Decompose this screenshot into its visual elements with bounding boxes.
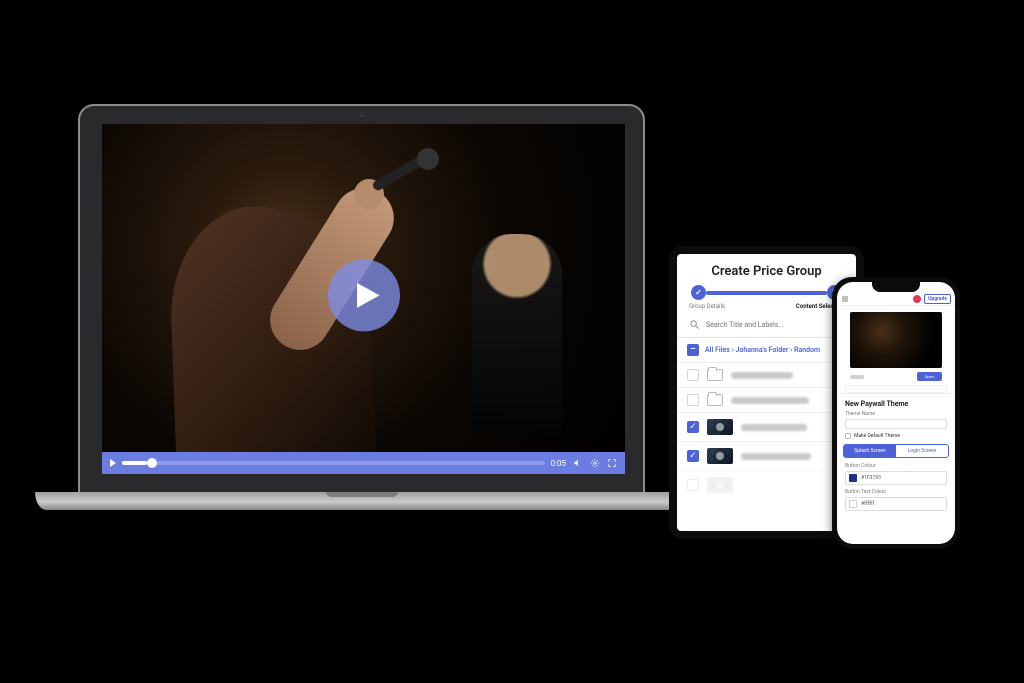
list-item[interactable] bbox=[677, 387, 856, 412]
play-small-icon[interactable] bbox=[110, 459, 116, 467]
settings-icon[interactable] bbox=[590, 458, 600, 468]
theme-preview bbox=[850, 312, 942, 368]
tab-login[interactable]: Login Screen bbox=[896, 445, 948, 457]
section-title: New Paywall Theme bbox=[837, 393, 955, 411]
video-player[interactable]: 0:05 bbox=[102, 124, 625, 474]
preview-caption-box bbox=[845, 385, 947, 393]
breadcrumb[interactable]: – All Files › Johanna's Folder › Random bbox=[677, 338, 856, 362]
notch bbox=[872, 282, 920, 292]
step-one-label: Group Details bbox=[689, 303, 725, 310]
volume-icon[interactable] bbox=[573, 458, 583, 468]
list-item[interactable]: ✓ bbox=[677, 412, 856, 441]
step-one-done-icon[interactable]: ✓ bbox=[691, 285, 706, 300]
select-all-checkbox[interactable]: – bbox=[687, 344, 699, 356]
video-thumb-icon bbox=[707, 419, 733, 435]
theme-name-input[interactable] bbox=[845, 419, 947, 429]
search-input[interactable] bbox=[706, 321, 844, 329]
play-button[interactable] bbox=[328, 259, 400, 331]
colour-swatch-icon bbox=[849, 474, 857, 482]
video-thumb-icon bbox=[707, 448, 733, 464]
row-checkbox[interactable] bbox=[687, 394, 699, 406]
laptop-frame: 0:05 bbox=[78, 104, 645, 494]
search-bar[interactable] bbox=[677, 316, 856, 337]
button-text-colour-input[interactable]: #ffffff bbox=[845, 497, 947, 511]
play-icon bbox=[352, 280, 382, 310]
row-label bbox=[731, 372, 793, 379]
scrubber-fill bbox=[122, 461, 147, 465]
row-checkbox[interactable] bbox=[687, 369, 699, 381]
scrubber[interactable] bbox=[122, 461, 545, 465]
list-item[interactable] bbox=[677, 362, 856, 387]
search-icon bbox=[689, 319, 700, 330]
folder-icon bbox=[707, 394, 723, 406]
preview-label bbox=[850, 375, 864, 379]
folder-icon bbox=[707, 369, 723, 381]
row-checkbox[interactable]: ✓ bbox=[687, 450, 699, 462]
video-controls: 0:05 bbox=[102, 452, 625, 474]
menu-icon[interactable] bbox=[841, 295, 849, 303]
guitarist-figure bbox=[472, 234, 562, 434]
laptop-bezel: 0:05 bbox=[78, 104, 645, 494]
fullscreen-icon[interactable] bbox=[607, 458, 617, 468]
microphone-icon bbox=[371, 156, 424, 192]
default-theme-checkbox[interactable] bbox=[845, 433, 851, 439]
tablet-screen: Create Price Group ✓ 2 Group Details Con… bbox=[677, 254, 856, 531]
list-item[interactable] bbox=[677, 470, 856, 499]
row-label bbox=[741, 453, 811, 460]
preview-open-button[interactable]: Open bbox=[917, 372, 942, 381]
button-text-colour-value: #ffffff bbox=[861, 501, 875, 507]
screen-tabs: Splash Screen Login Screen bbox=[843, 444, 949, 458]
breadcrumb-text[interactable]: All Files › Johanna's Folder › Random bbox=[705, 346, 820, 354]
row-checkbox[interactable]: ✓ bbox=[687, 421, 699, 433]
default-theme-row[interactable]: Make Default Theme bbox=[837, 433, 955, 444]
tab-splash[interactable]: Splash Screen bbox=[844, 445, 896, 457]
button-colour-input[interactable]: #1F3193 bbox=[845, 471, 947, 485]
page-title: Create Price Group bbox=[677, 254, 856, 285]
camera-icon bbox=[360, 114, 363, 117]
button-colour-value: #1F3193 bbox=[861, 475, 881, 481]
button-colour-label: Button Colour bbox=[837, 463, 955, 469]
row-label bbox=[741, 424, 807, 431]
colour-swatch-icon bbox=[849, 500, 857, 508]
stepper: ✓ 2 bbox=[677, 285, 856, 300]
video-thumb-icon bbox=[707, 477, 733, 493]
button-text-colour-label: Button Text Colour bbox=[837, 489, 955, 495]
row-checkbox[interactable] bbox=[687, 479, 699, 491]
laptop-base bbox=[35, 492, 688, 510]
step-connector bbox=[706, 291, 827, 295]
notification-icon[interactable] bbox=[913, 295, 921, 303]
theme-name-label: Theme Name bbox=[837, 411, 955, 417]
row-label bbox=[731, 397, 809, 404]
upgrade-button[interactable]: Upgrade bbox=[924, 294, 951, 304]
phone-screen: Upgrade Open New Paywall Theme Theme Nam… bbox=[837, 282, 955, 544]
app-header: Upgrade bbox=[837, 292, 955, 306]
list-item[interactable]: ✓ bbox=[677, 441, 856, 470]
scrubber-handle[interactable] bbox=[147, 458, 157, 468]
phone-frame: Upgrade Open New Paywall Theme Theme Nam… bbox=[832, 277, 960, 549]
default-theme-label: Make Default Theme bbox=[854, 433, 900, 439]
time-label: 0:05 bbox=[551, 459, 566, 468]
microphone-head-icon bbox=[417, 148, 439, 170]
